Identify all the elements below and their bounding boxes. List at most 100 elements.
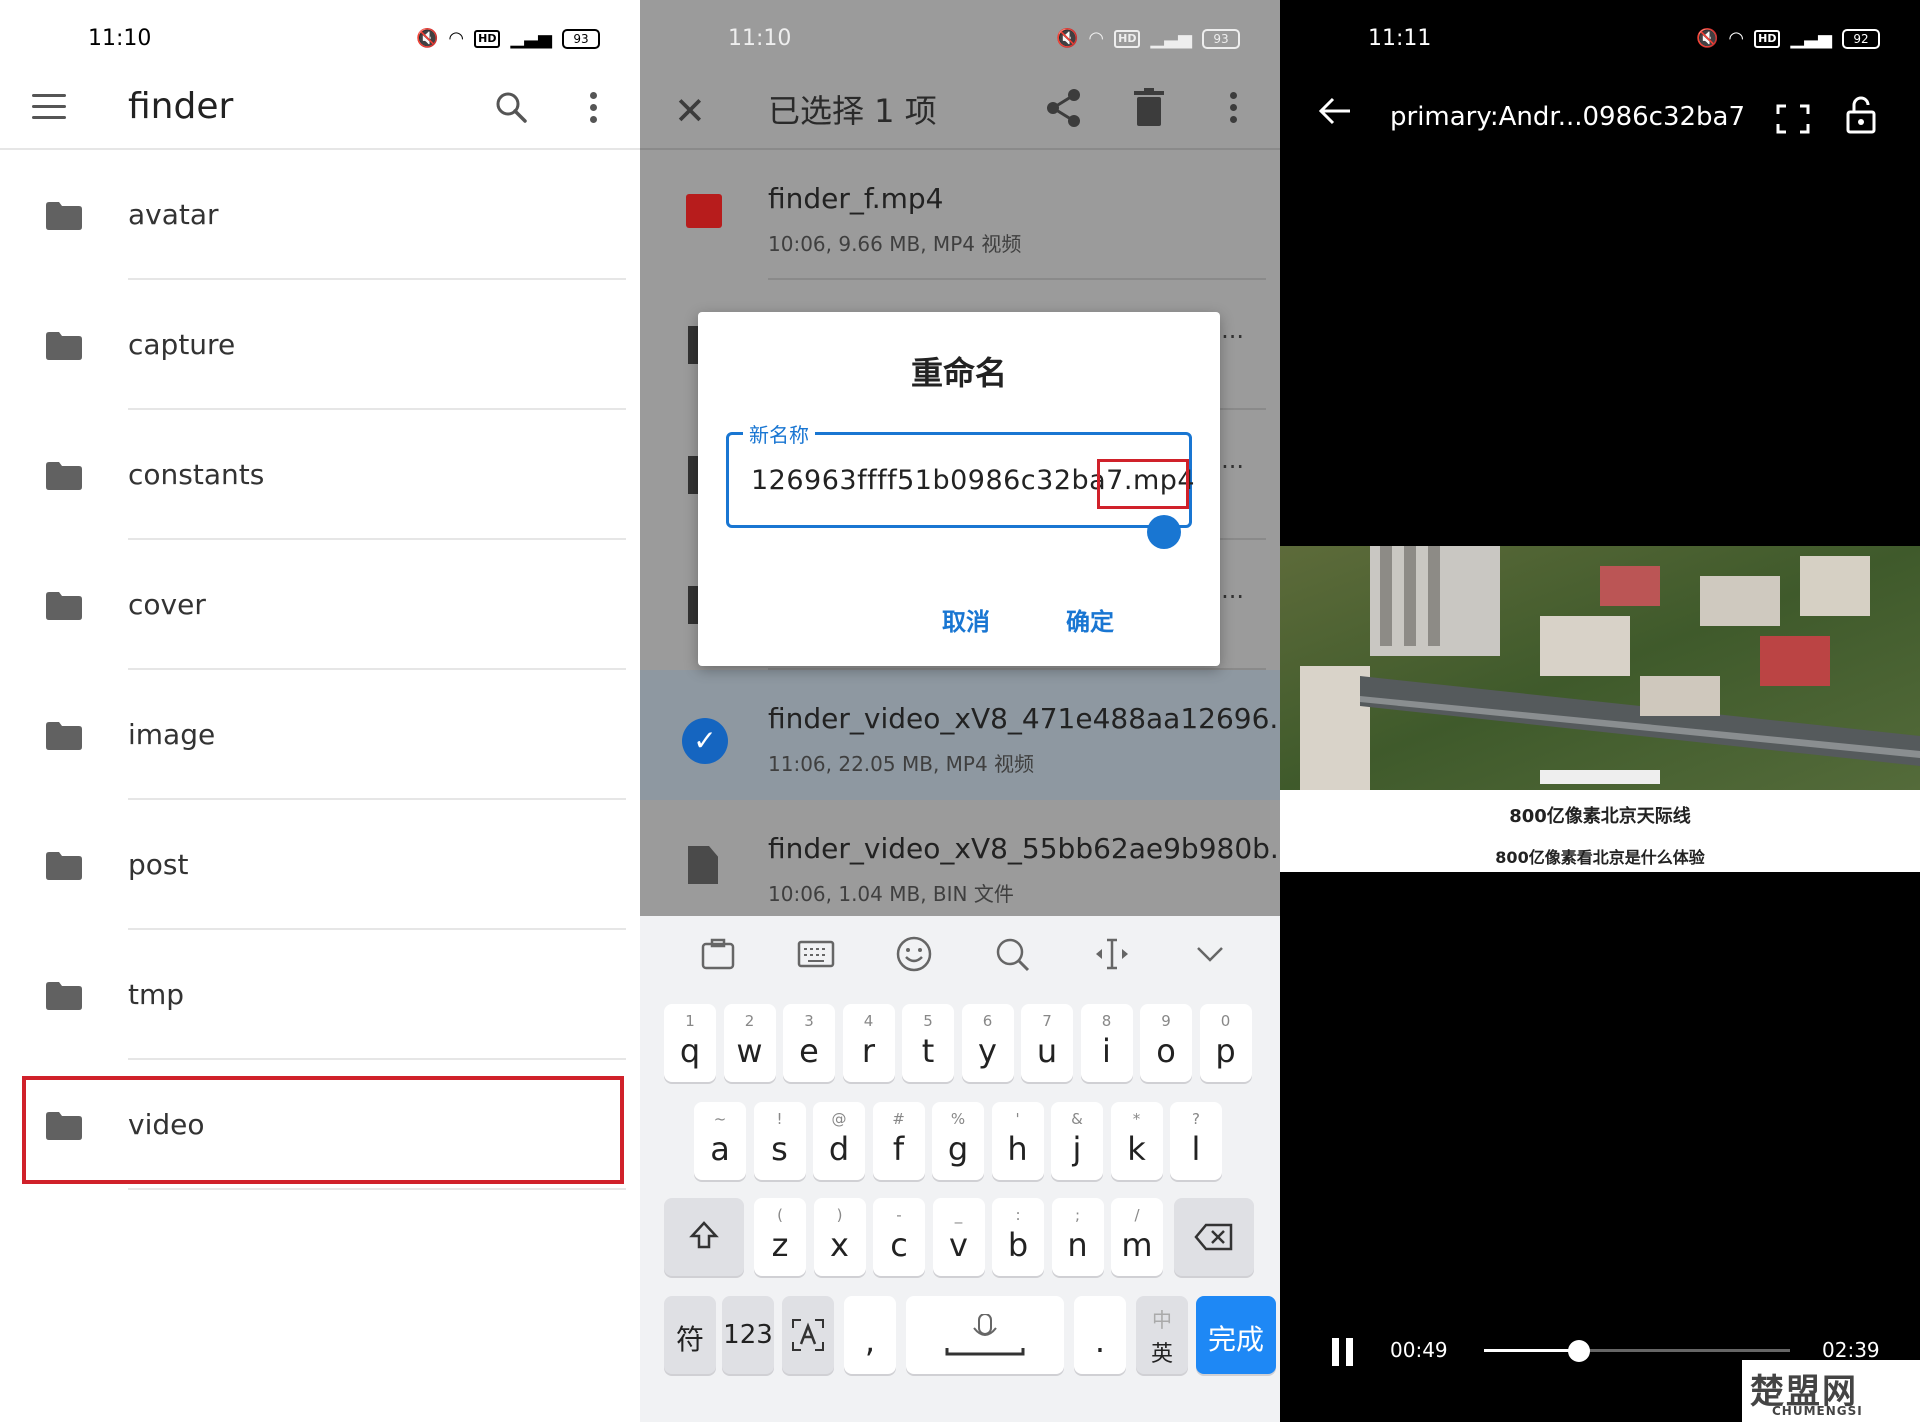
folder-name: cover (128, 588, 206, 621)
new-name-field[interactable]: 新名称 126963ffff51b0986c32ba7.mp4 (726, 419, 1195, 549)
key-sub-label: % (950, 1110, 966, 1128)
search-icon[interactable] (992, 934, 1032, 974)
key-label: z (771, 1226, 789, 1264)
language-key[interactable]: 中英 (1136, 1296, 1188, 1374)
folder-icon (46, 332, 82, 360)
field-label: 新名称 (743, 419, 815, 448)
back-arrow-icon[interactable] (1318, 96, 1352, 126)
symbol-key[interactable]: 符 (664, 1296, 716, 1374)
key-sub-label: ! (776, 1110, 783, 1128)
file-name-trunc: ... (1221, 446, 1244, 474)
search-icon[interactable] (494, 90, 528, 124)
seek-bar[interactable] (1484, 1340, 1790, 1362)
key-b[interactable]: :b (992, 1198, 1044, 1276)
key-v[interactable]: _ v (932, 1198, 985, 1276)
key-r[interactable]: 4r (842, 1004, 895, 1082)
selection-toolbar: ✕ 已选择 1 项 (640, 70, 1280, 150)
seek-bar-thumb[interactable] (1567, 1340, 1590, 1362)
key-f[interactable]: # f (872, 1102, 925, 1180)
folder-name: post (128, 848, 189, 881)
checkmark-icon[interactable]: ✓ (682, 718, 728, 764)
key-u[interactable]: 7u (1021, 1004, 1073, 1082)
trash-icon[interactable] (1134, 88, 1164, 126)
video-caption: 800亿像素北京天际线 (1509, 806, 1691, 827)
key-label: s (771, 1130, 788, 1168)
key-sub-label: ) (836, 1206, 843, 1224)
folder-item[interactable]: avatar (0, 150, 640, 280)
seek-bar-fill (1484, 1349, 1579, 1352)
key-y[interactable]: 6y (961, 1004, 1014, 1082)
key-sub-label: ; (1074, 1206, 1081, 1224)
comma-key[interactable]: , (844, 1296, 896, 1374)
key-d[interactable]: @ d (813, 1102, 865, 1180)
status-icons: 🔇 ◠ HD ▁▃▅ 93 (416, 28, 600, 49)
folder-icon (46, 982, 82, 1010)
key-label: f (892, 1130, 905, 1168)
fullscreen-icon[interactable] (1776, 104, 1810, 134)
key-l[interactable]: ? l (1170, 1102, 1222, 1180)
key-s[interactable]: ! s (753, 1102, 806, 1180)
file-meta: 10:06, 9.66 MB, MP4 视频 (768, 232, 1022, 256)
folder-icon (46, 852, 82, 880)
key-n[interactable]: ; n (1051, 1198, 1104, 1276)
selection-title: 已选择 1 项 (768, 92, 937, 130)
period-key[interactable]: . (1074, 1296, 1126, 1374)
emoji-icon[interactable] (894, 934, 934, 974)
cursor-handle[interactable] (1147, 515, 1181, 549)
folder-item[interactable]: post (0, 800, 640, 930)
key-c[interactable]: -c (873, 1198, 925, 1276)
list-item[interactable]: finder_f.mp4 10:06, 9.66 MB, MP4 视频 (640, 150, 1280, 280)
key-m[interactable]: / m (1111, 1198, 1163, 1276)
list-item-selected[interactable]: ✓ finder_video_xV8_471e488aa12696... 11:… (640, 670, 1280, 800)
space-key[interactable] (906, 1296, 1064, 1374)
cursor-move-icon[interactable] (1092, 934, 1132, 974)
list-item[interactable]: finder_video_xV8_55bb62ae9b980b... 10:06… (640, 800, 1280, 930)
backspace-key[interactable] (1174, 1198, 1254, 1276)
keyboard-layout-icon[interactable] (796, 934, 836, 974)
key-e[interactable]: 3e (783, 1004, 835, 1082)
unlock-icon[interactable] (1846, 96, 1876, 134)
extension-highlight (1097, 459, 1189, 509)
share-icon[interactable] (1046, 88, 1082, 128)
chevron-down-icon[interactable] (1190, 934, 1230, 974)
key-p[interactable]: 0p (1199, 1004, 1252, 1082)
key-sub-label: ' (1015, 1110, 1020, 1128)
key-g[interactable]: % g (932, 1102, 984, 1180)
folder-item[interactable]: tmp (0, 930, 640, 1060)
done-key[interactable]: 完成 (1196, 1296, 1276, 1374)
watermark-logo: 楚盟网 CHUMENGSI (1742, 1360, 1920, 1422)
clipboard-icon[interactable] (698, 934, 738, 974)
folder-item[interactable]: capture (0, 280, 640, 410)
shift-key[interactable] (664, 1198, 744, 1276)
key-t[interactable]: 5t (902, 1004, 954, 1082)
key-h[interactable]: ' h (991, 1102, 1044, 1180)
vibrate-icon: 🔇 (1055, 28, 1079, 49)
cancel-button[interactable]: 取消 (942, 602, 990, 637)
folder-item[interactable]: constants (0, 410, 640, 540)
number-key[interactable]: 123 (722, 1296, 774, 1374)
video-frame[interactable] (1280, 546, 1920, 790)
key-j[interactable]: & j (1051, 1102, 1103, 1180)
battery-icon: 92 (1842, 28, 1880, 49)
key-sub-label: 0 (1220, 1012, 1231, 1030)
key-label: l (1191, 1130, 1201, 1168)
folder-item[interactable]: cover (0, 540, 640, 670)
folder-item[interactable]: image (0, 670, 640, 800)
key-w[interactable]: 2w (723, 1004, 776, 1082)
more-vert-icon[interactable] (1230, 92, 1238, 126)
folder-name: image (128, 718, 216, 751)
key-x[interactable]: ) x (813, 1198, 866, 1276)
more-vert-icon[interactable] (590, 92, 598, 126)
pause-icon[interactable] (1332, 1338, 1356, 1366)
hamburger-icon[interactable] (32, 94, 66, 120)
key-k[interactable]: * k (1110, 1102, 1163, 1180)
key-o[interactable]: 9o (1140, 1004, 1192, 1082)
key-a[interactable]: ~ a (694, 1102, 746, 1180)
key-z[interactable]: (z (754, 1198, 806, 1276)
input-mode-key[interactable] (782, 1296, 834, 1374)
ok-button[interactable]: 确定 (1066, 602, 1114, 637)
close-icon[interactable]: ✕ (674, 92, 706, 130)
key-i[interactable]: 8i (1080, 1004, 1133, 1082)
key-label: t (921, 1032, 935, 1070)
key-q[interactable]: 1q (664, 1004, 716, 1082)
